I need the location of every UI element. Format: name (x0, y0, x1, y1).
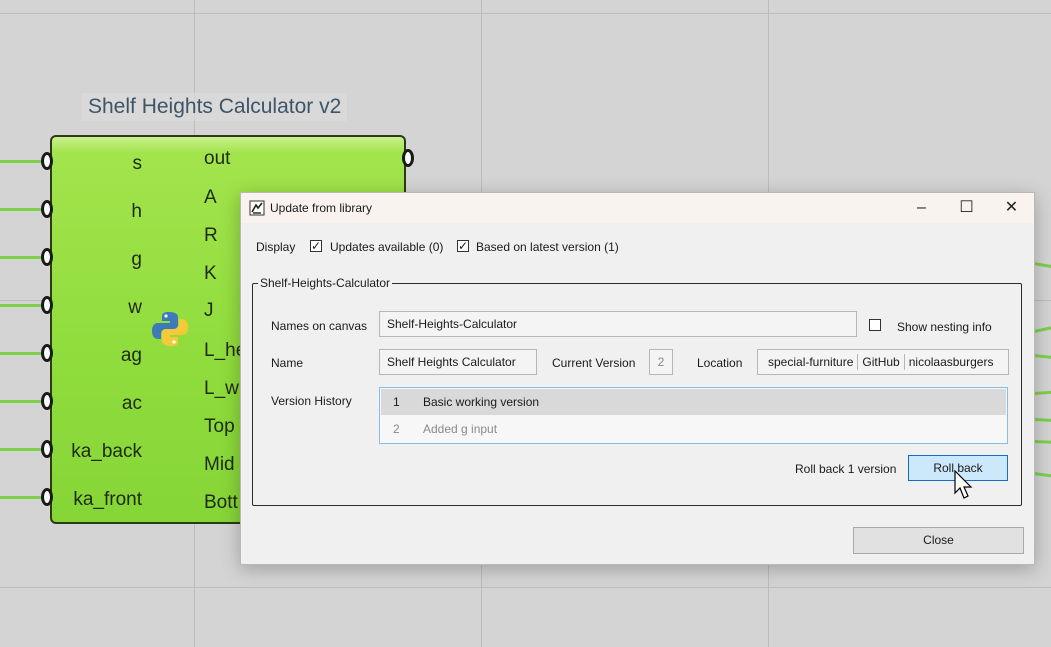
output-wire (1033, 440, 1051, 444)
group-title: Shelf-Heights-Calculator (258, 276, 393, 290)
input-port[interactable] (41, 488, 53, 506)
mouse-cursor-icon (954, 470, 973, 499)
rollback-info-text: Roll back 1 version (795, 462, 897, 476)
canvas-grid-line (0, 587, 1051, 588)
input-port[interactable] (41, 344, 53, 362)
current-version-field: 2 (649, 349, 673, 375)
output-label-a: A (204, 187, 217, 208)
canvas-grid-line (0, 13, 1051, 14)
location-field[interactable]: special-furniture GitHub nicolaasburgers (757, 349, 1009, 375)
display-label: Display (256, 240, 296, 254)
grasshopper-icon (249, 200, 265, 216)
input-port[interactable] (41, 440, 53, 458)
checkmark-icon: ✓ (458, 239, 469, 253)
dialog-titlebar[interactable]: Update from library – ☐ ✕ (241, 193, 1034, 223)
updates-available-checkbox[interactable]: ✓ (310, 240, 322, 252)
current-version-label: Current Version (552, 356, 636, 370)
output-wire (1033, 418, 1051, 423)
output-wire (1033, 262, 1051, 269)
based-on-latest-label[interactable]: Based on latest version (1) (476, 240, 619, 254)
output-label-j: J (204, 300, 214, 321)
updates-available-label[interactable]: Updates available (0) (330, 240, 443, 254)
input-wire (0, 448, 46, 451)
input-label-h: h (131, 201, 142, 222)
name-label: Name (271, 356, 304, 370)
input-wire (0, 352, 46, 355)
component-title: Shelf Heights Calculator v2 (82, 93, 348, 121)
output-label-mid: Mid (204, 454, 235, 475)
version-description: Basic working version (423, 395, 540, 409)
output-wire (1033, 354, 1051, 360)
output-wire (1033, 325, 1051, 333)
close-button[interactable]: Close (853, 527, 1024, 554)
location-segment: GitHub (858, 354, 905, 370)
input-port[interactable] (41, 248, 53, 266)
input-label-ka-front: ka_front (73, 489, 142, 510)
input-port[interactable] (41, 152, 53, 170)
input-port[interactable] (41, 392, 53, 410)
version-number: 2 (393, 422, 400, 436)
input-wire (0, 160, 46, 163)
input-label-w: w (128, 297, 142, 318)
version-history-label: Version History (271, 394, 352, 408)
input-label-g: g (131, 249, 142, 270)
location-segment: special-furniture (764, 354, 859, 370)
output-wire (1033, 472, 1051, 478)
show-nesting-label[interactable]: Show nesting info (897, 320, 992, 334)
name-field[interactable]: Shelf Heights Calculator (379, 349, 537, 375)
input-label-ac: ac (121, 393, 142, 414)
input-wire (0, 256, 46, 259)
input-label-ka-back: ka_back (71, 441, 142, 462)
output-label-bott: Bott (204, 492, 238, 513)
list-item[interactable]: 2 Added g input (381, 416, 1006, 442)
output-label-top: Top (204, 416, 235, 437)
input-label-ag: ag (120, 345, 142, 366)
output-label-out: out (204, 148, 231, 169)
input-wire (0, 400, 46, 403)
location-segment: nicolaasburgers (908, 355, 994, 369)
list-item[interactable]: 1 Basic working version (381, 389, 1006, 415)
python-icon (152, 312, 188, 346)
checkmark-icon: ✓ (311, 239, 322, 253)
maximize-button[interactable]: ☐ (944, 193, 989, 223)
dialog-title: Update from library (270, 201, 373, 215)
names-on-canvas-field[interactable]: Shelf-Heights-Calculator (379, 311, 857, 337)
output-port[interactable] (402, 149, 414, 167)
close-window-button[interactable]: ✕ (989, 193, 1034, 223)
output-label-k: K (204, 263, 217, 284)
input-wire (0, 496, 46, 499)
names-on-canvas-label: Names on canvas (271, 319, 368, 333)
version-number: 1 (393, 395, 400, 409)
location-label: Location (697, 356, 743, 370)
output-wire (1033, 390, 1051, 395)
minimize-button[interactable]: – (899, 193, 944, 223)
input-port[interactable] (41, 200, 53, 218)
version-history-list[interactable]: 1 Basic working version 2 Added g input (379, 387, 1008, 444)
input-label-s: s (132, 153, 143, 174)
version-description: Added g input (423, 422, 498, 436)
input-wire (0, 304, 46, 307)
output-label-l-wi: L_wi (204, 378, 244, 399)
based-on-latest-checkbox[interactable]: ✓ (457, 240, 469, 252)
output-label-r: R (204, 225, 218, 246)
show-nesting-checkbox[interactable] (869, 319, 881, 331)
input-wire (0, 208, 46, 211)
update-from-library-dialog: Update from library – ☐ ✕ Display ✓ Upda… (240, 192, 1035, 565)
input-port[interactable] (41, 296, 53, 314)
